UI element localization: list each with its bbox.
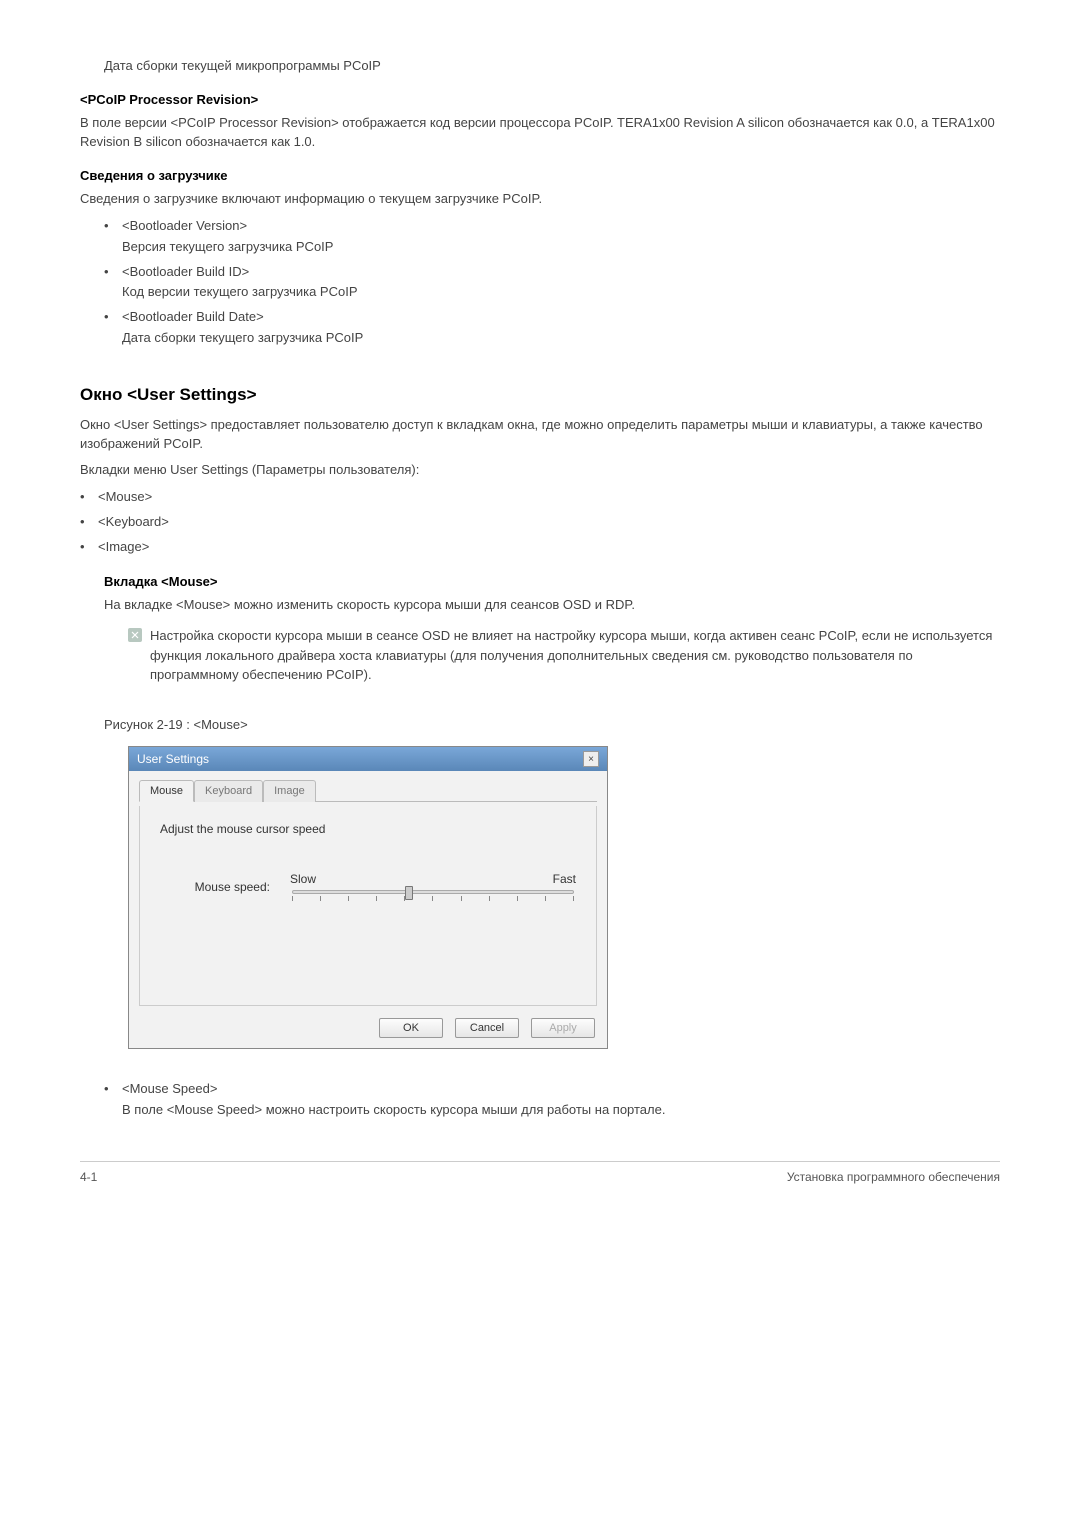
list-item: <Bootloader Build Date> Дата сборки теку… [104, 307, 1000, 349]
item-label: <Bootloader Build Date> [122, 309, 264, 324]
list-item: <Image> [80, 537, 1000, 558]
panel-heading: Adjust the mouse cursor speed [160, 822, 576, 836]
user-settings-heading: Окно <User Settings> [80, 385, 1000, 405]
bootloader-list: <Bootloader Version> Версия текущего заг… [80, 216, 1000, 349]
list-item: <Bootloader Build ID> Код версии текущег… [104, 262, 1000, 304]
user-settings-para: Окно <User Settings> предоставляет польз… [80, 415, 1000, 454]
item-desc: Код версии текущего загрузчика PCoIP [122, 284, 358, 299]
item-label: <Mouse Speed> [122, 1081, 217, 1096]
item-label: <Bootloader Build ID> [122, 264, 249, 279]
mouse-speed-slider[interactable] [292, 890, 574, 894]
tab-image[interactable]: Image [263, 780, 316, 802]
item-desc: Версия текущего загрузчика PCoIP [122, 239, 333, 254]
bootloader-intro: Сведения о загрузчике включают информаци… [80, 189, 1000, 209]
slow-label: Slow [290, 872, 316, 886]
mouse-tab-para: На вкладке <Mouse> можно изменить скорос… [104, 595, 1000, 615]
figure-caption: Рисунок 2-19 : <Mouse> [104, 715, 1000, 735]
dialog-title: User Settings [137, 752, 209, 766]
list-item: <Mouse> [80, 487, 1000, 508]
processor-revision-heading: <PCoIP Processor Revision> [80, 92, 1000, 107]
item-desc: В поле <Mouse Speed> можно настроить ско… [122, 1102, 665, 1117]
note-block: Настройка скорости курсора мыши в сеансе… [128, 626, 1000, 685]
list-item: <Bootloader Version> Версия текущего заг… [104, 216, 1000, 258]
user-settings-tabs-list: <Mouse> <Keyboard> <Image> [80, 487, 1000, 557]
item-label: <Bootloader Version> [122, 218, 247, 233]
cancel-button[interactable]: Cancel [455, 1018, 519, 1038]
apply-button[interactable]: Apply [531, 1018, 595, 1038]
page-footer: 4-1 Установка программного обеспечения [80, 1161, 1000, 1184]
intro-build-date: Дата сборки текущей микропрограммы PCoIP [104, 56, 1000, 76]
user-settings-dialog: User Settings × Mouse Keyboard Image Adj… [128, 746, 608, 1049]
note-icon [128, 628, 142, 642]
note-text: Настройка скорости курсора мыши в сеансе… [150, 626, 1000, 685]
tab-panel-mouse: Adjust the mouse cursor speed Mouse spee… [139, 806, 597, 1006]
item-desc: Дата сборки текущего загрузчика PCoIP [122, 330, 363, 345]
user-settings-tabs-intro: Вкладки меню User Settings (Параметры по… [80, 460, 1000, 480]
footer-right: Установка программного обеспечения [787, 1170, 1000, 1184]
list-item: <Mouse Speed> В поле <Mouse Speed> можно… [104, 1079, 1000, 1121]
mouse-speed-list: <Mouse Speed> В поле <Mouse Speed> можно… [104, 1079, 1000, 1121]
tab-keyboard[interactable]: Keyboard [194, 780, 263, 802]
dialog-button-row: OK Cancel Apply [129, 1010, 607, 1048]
fast-label: Fast [553, 872, 576, 886]
footer-left: 4-1 [80, 1170, 97, 1184]
slider-ticks [290, 896, 576, 901]
dialog-tabs: Mouse Keyboard Image [139, 779, 597, 802]
mouse-speed-label: Mouse speed: [160, 880, 290, 894]
tab-mouse[interactable]: Mouse [139, 780, 194, 802]
close-button[interactable]: × [583, 751, 599, 767]
ok-button[interactable]: OK [379, 1018, 443, 1038]
list-item: <Keyboard> [80, 512, 1000, 533]
slider-thumb[interactable] [405, 886, 413, 900]
dialog-titlebar: User Settings × [129, 747, 607, 771]
mouse-tab-heading: Вкладка <Mouse> [104, 574, 1000, 589]
bootloader-heading: Сведения о загрузчике [80, 168, 1000, 183]
processor-revision-text: В поле версии <PCoIP Processor Revision>… [80, 113, 1000, 152]
